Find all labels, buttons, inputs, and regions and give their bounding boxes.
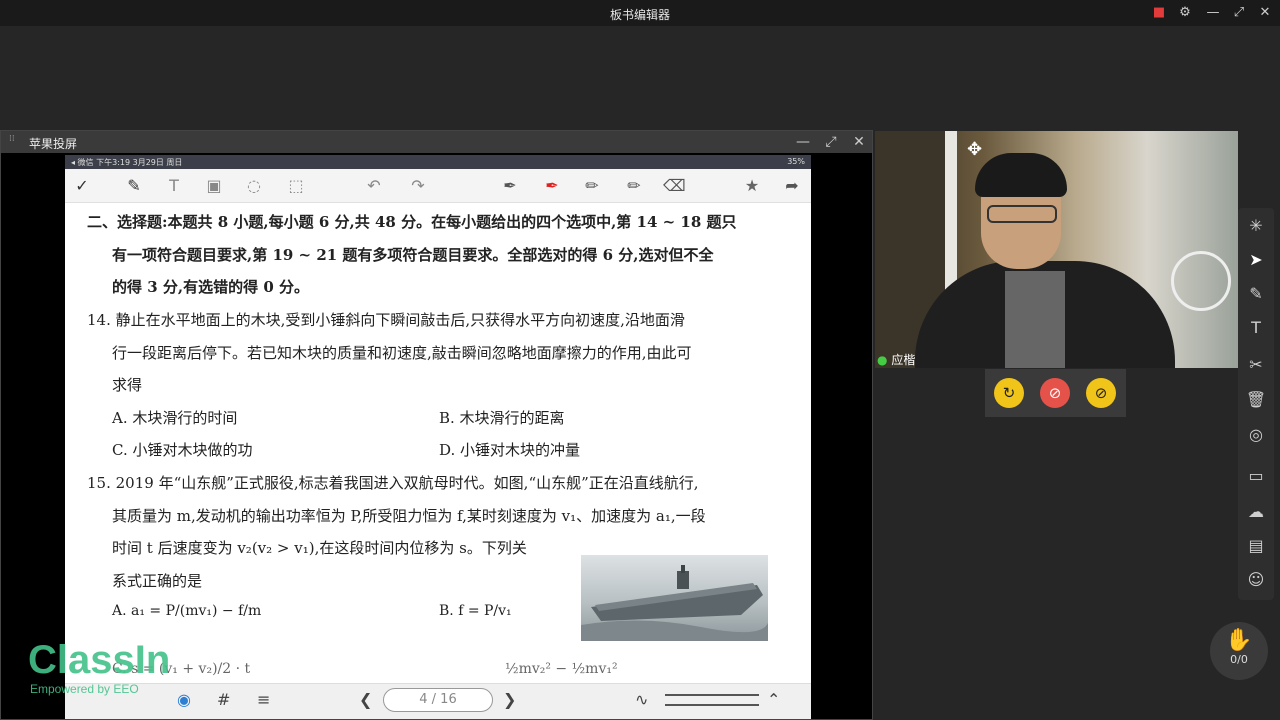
users-icon[interactable]: ☺ (1244, 568, 1268, 592)
next-page-icon[interactable]: ❯ (503, 690, 516, 709)
minimize-icon[interactable]: — (794, 133, 812, 151)
q14-option-b: B. 木块滑行的距离 (439, 409, 565, 427)
raise-hand-button[interactable]: ✋ 0/0 (1210, 622, 1268, 680)
redo-icon[interactable]: ↷ (407, 176, 429, 196)
brush-settings-icon[interactable]: ◉ (177, 690, 191, 709)
q15-option-b: B. f = P/v₁ (439, 603, 512, 619)
q14-option-d: D. 小锤对木块的冲量 (439, 441, 581, 459)
share-icon[interactable]: ➦ (781, 176, 803, 196)
q15-line-4: 系式正确的是 (112, 572, 203, 590)
eraser-icon[interactable]: ⌫ (663, 176, 686, 196)
menu-icon[interactable]: ≡ (257, 690, 270, 709)
camera-name-label: ● 应楷 (877, 351, 915, 368)
shape-icon[interactable]: ◌ (243, 176, 265, 196)
q14-line-2: 行一段距离后停下。若已知木块的质量和初速度,敲击瞬间忽略地面摩擦力的作用,由此可 (112, 344, 692, 362)
check-icon[interactable]: ✓ (71, 176, 93, 196)
section-heading-line-1: 二、选择题:本题共 8 小题,每小题 6 分,共 48 分。在每小题给出的四个选… (87, 213, 737, 231)
person-hair (975, 153, 1067, 197)
drag-grip-icon[interactable]: ⁞⁞ (9, 135, 19, 148)
q15-line-1: 15. 2019 年“山东舰”正式服役,标志着我国进入双航母时代。如图,“山东舰… (87, 474, 699, 492)
laser-pointer-icon[interactable]: ✳ (1244, 214, 1268, 238)
q15-line-3: 时间 t 后速度变为 v₂(v₂ > v₁),在这段时间内位移为 s。下列关 (112, 539, 527, 557)
maximize-icon[interactable]: ⤢ (822, 133, 840, 151)
move-icon[interactable]: ✥ (967, 139, 982, 160)
red-pen-icon[interactable]: ✒ (541, 176, 563, 196)
q14-line-1: 14. 静止在水平地面上的木块,受到小锤斜向下瞬间敲击后,只获得水平方向初速度,… (87, 311, 685, 329)
classin-logo: ClassIn (28, 638, 171, 682)
brush-icon[interactable]: ✏ (623, 176, 645, 196)
camera-off-icon[interactable]: ⊘ (1086, 378, 1116, 408)
marker-icon[interactable]: ✒ (499, 176, 521, 196)
classin-logo-subtitle: Empowered by EEO (30, 682, 139, 696)
toolbox-icon[interactable]: ▤ (1244, 534, 1268, 558)
pen-icon[interactable]: ✎ (123, 176, 145, 196)
q15-option-a: A. a₁ = P/(mv₁) − f/m (112, 603, 262, 619)
section-heading-line-3: 的得 3 分,有选错的得 0 分。 (112, 278, 309, 296)
aircraft-carrier-image (581, 555, 768, 641)
phone-screen: ◂ 微信 下午3:19 3月29日 周日 35% ✓ ✎ T ▣ ◌ ⬚ ↶ ↷… (65, 155, 811, 719)
cloud-sync-icon[interactable]: ◎ (1244, 423, 1268, 447)
reset-icon[interactable]: ↻ (994, 378, 1024, 408)
mic-off-icon[interactable]: ⊘ (1040, 378, 1070, 408)
person-shirt (1005, 271, 1065, 368)
q15-line-2: 其质量为 m,发动机的输出功率恒为 P,所受阻力恒为 f,某时刻速度为 v₁、加… (112, 507, 706, 525)
close-icon[interactable]: ✕ (1256, 4, 1274, 22)
right-toolbar: ✳ ➤ ✎ T ✂ 🗑 ◎ ▭ ☁ ▤ ☺ (1238, 208, 1274, 600)
projection-window: ⁞⁞ 苹果投屏 — ⤢ ✕ ◂ 微信 下午3:19 3月29日 周日 35% ✓… (0, 130, 873, 720)
close-icon[interactable]: ✕ (850, 133, 868, 151)
gear-icon[interactable]: ⚙ (1176, 4, 1194, 22)
bottom-toolbar: ◉ # ≡ ❮ 4 / 16 ❯ ∿ ⌃ (65, 683, 811, 719)
select-move-icon[interactable]: ➤ (1244, 248, 1268, 272)
undo-icon[interactable]: ↶ (363, 176, 385, 196)
projection-title: 苹果投屏 (29, 137, 78, 151)
star-icon[interactable]: ★ (741, 176, 763, 196)
prev-page-icon[interactable]: ❮ (359, 690, 372, 709)
pencil-icon[interactable]: ✏ (581, 176, 603, 196)
text-icon[interactable]: T (163, 176, 185, 196)
mic-icon: ● (877, 353, 888, 367)
hand-count: 0/0 (1230, 653, 1248, 666)
record-icon[interactable]: ■ (1150, 4, 1168, 22)
fan (1171, 251, 1231, 311)
q14-line-3: 求得 (112, 376, 143, 394)
camera-name: 应楷 (891, 353, 916, 367)
battery-percent: 35% (787, 157, 805, 166)
projection-header[interactable]: ⁞⁞ 苹果投屏 — ⤢ ✕ (1, 131, 872, 153)
select-icon[interactable]: ⬚ (285, 176, 307, 196)
q15-option-d-formula: ½mv₂² − ½mv₁² (505, 661, 618, 677)
grid-icon[interactable]: # (217, 690, 230, 709)
cloud-icon[interactable]: ☁ (1244, 500, 1268, 524)
trash-icon[interactable]: 🗑 (1244, 388, 1268, 412)
q14-option-c: C. 小锤对木块做的功 (112, 441, 253, 459)
person-glasses (987, 205, 1057, 223)
chat-icon[interactable]: ▭ (1244, 464, 1268, 488)
status-left: ◂ 微信 下午3:19 3月29日 周日 (71, 158, 183, 167)
text-icon[interactable]: T (1244, 316, 1268, 340)
app-title: 板书编辑器 (609, 8, 670, 22)
section-heading-line-2: 有一项符合题目要求,第 19 ~ 21 题有多项符合题目要求。全部选对的得 6 … (112, 246, 714, 264)
annotation-toolbar: ✓ ✎ T ▣ ◌ ⬚ ↶ ↷ ✒ ✒ ✏ ✏ ⌫ ★ ➦ (65, 169, 811, 203)
waveform-icon[interactable]: ∿ (635, 690, 648, 709)
app-titlebar: 板书编辑器 ■ ⚙ — ⤢ ✕ (0, 0, 1280, 26)
pen-icon[interactable]: ✎ (1244, 282, 1268, 306)
chevron-up-icon[interactable]: ⌃ (767, 690, 780, 709)
teacher-video[interactable]: ✥ ● 应楷 (875, 131, 1238, 368)
hand-icon: ✋ (1225, 628, 1253, 653)
pen-width-icon[interactable] (665, 694, 759, 706)
scissors-icon[interactable]: ✂ (1244, 353, 1268, 377)
video-controls: ↻ ⊘ ⊘ (985, 369, 1126, 417)
maximize-icon[interactable]: ⤢ (1230, 4, 1248, 22)
q14-option-a: A. 木块滑行的时间 (112, 409, 238, 427)
image-icon[interactable]: ▣ (203, 176, 225, 196)
page-indicator[interactable]: 4 / 16 (383, 688, 493, 712)
minimize-icon[interactable]: — (1204, 4, 1222, 22)
phone-statusbar: ◂ 微信 下午3:19 3月29日 周日 35% (65, 155, 811, 169)
